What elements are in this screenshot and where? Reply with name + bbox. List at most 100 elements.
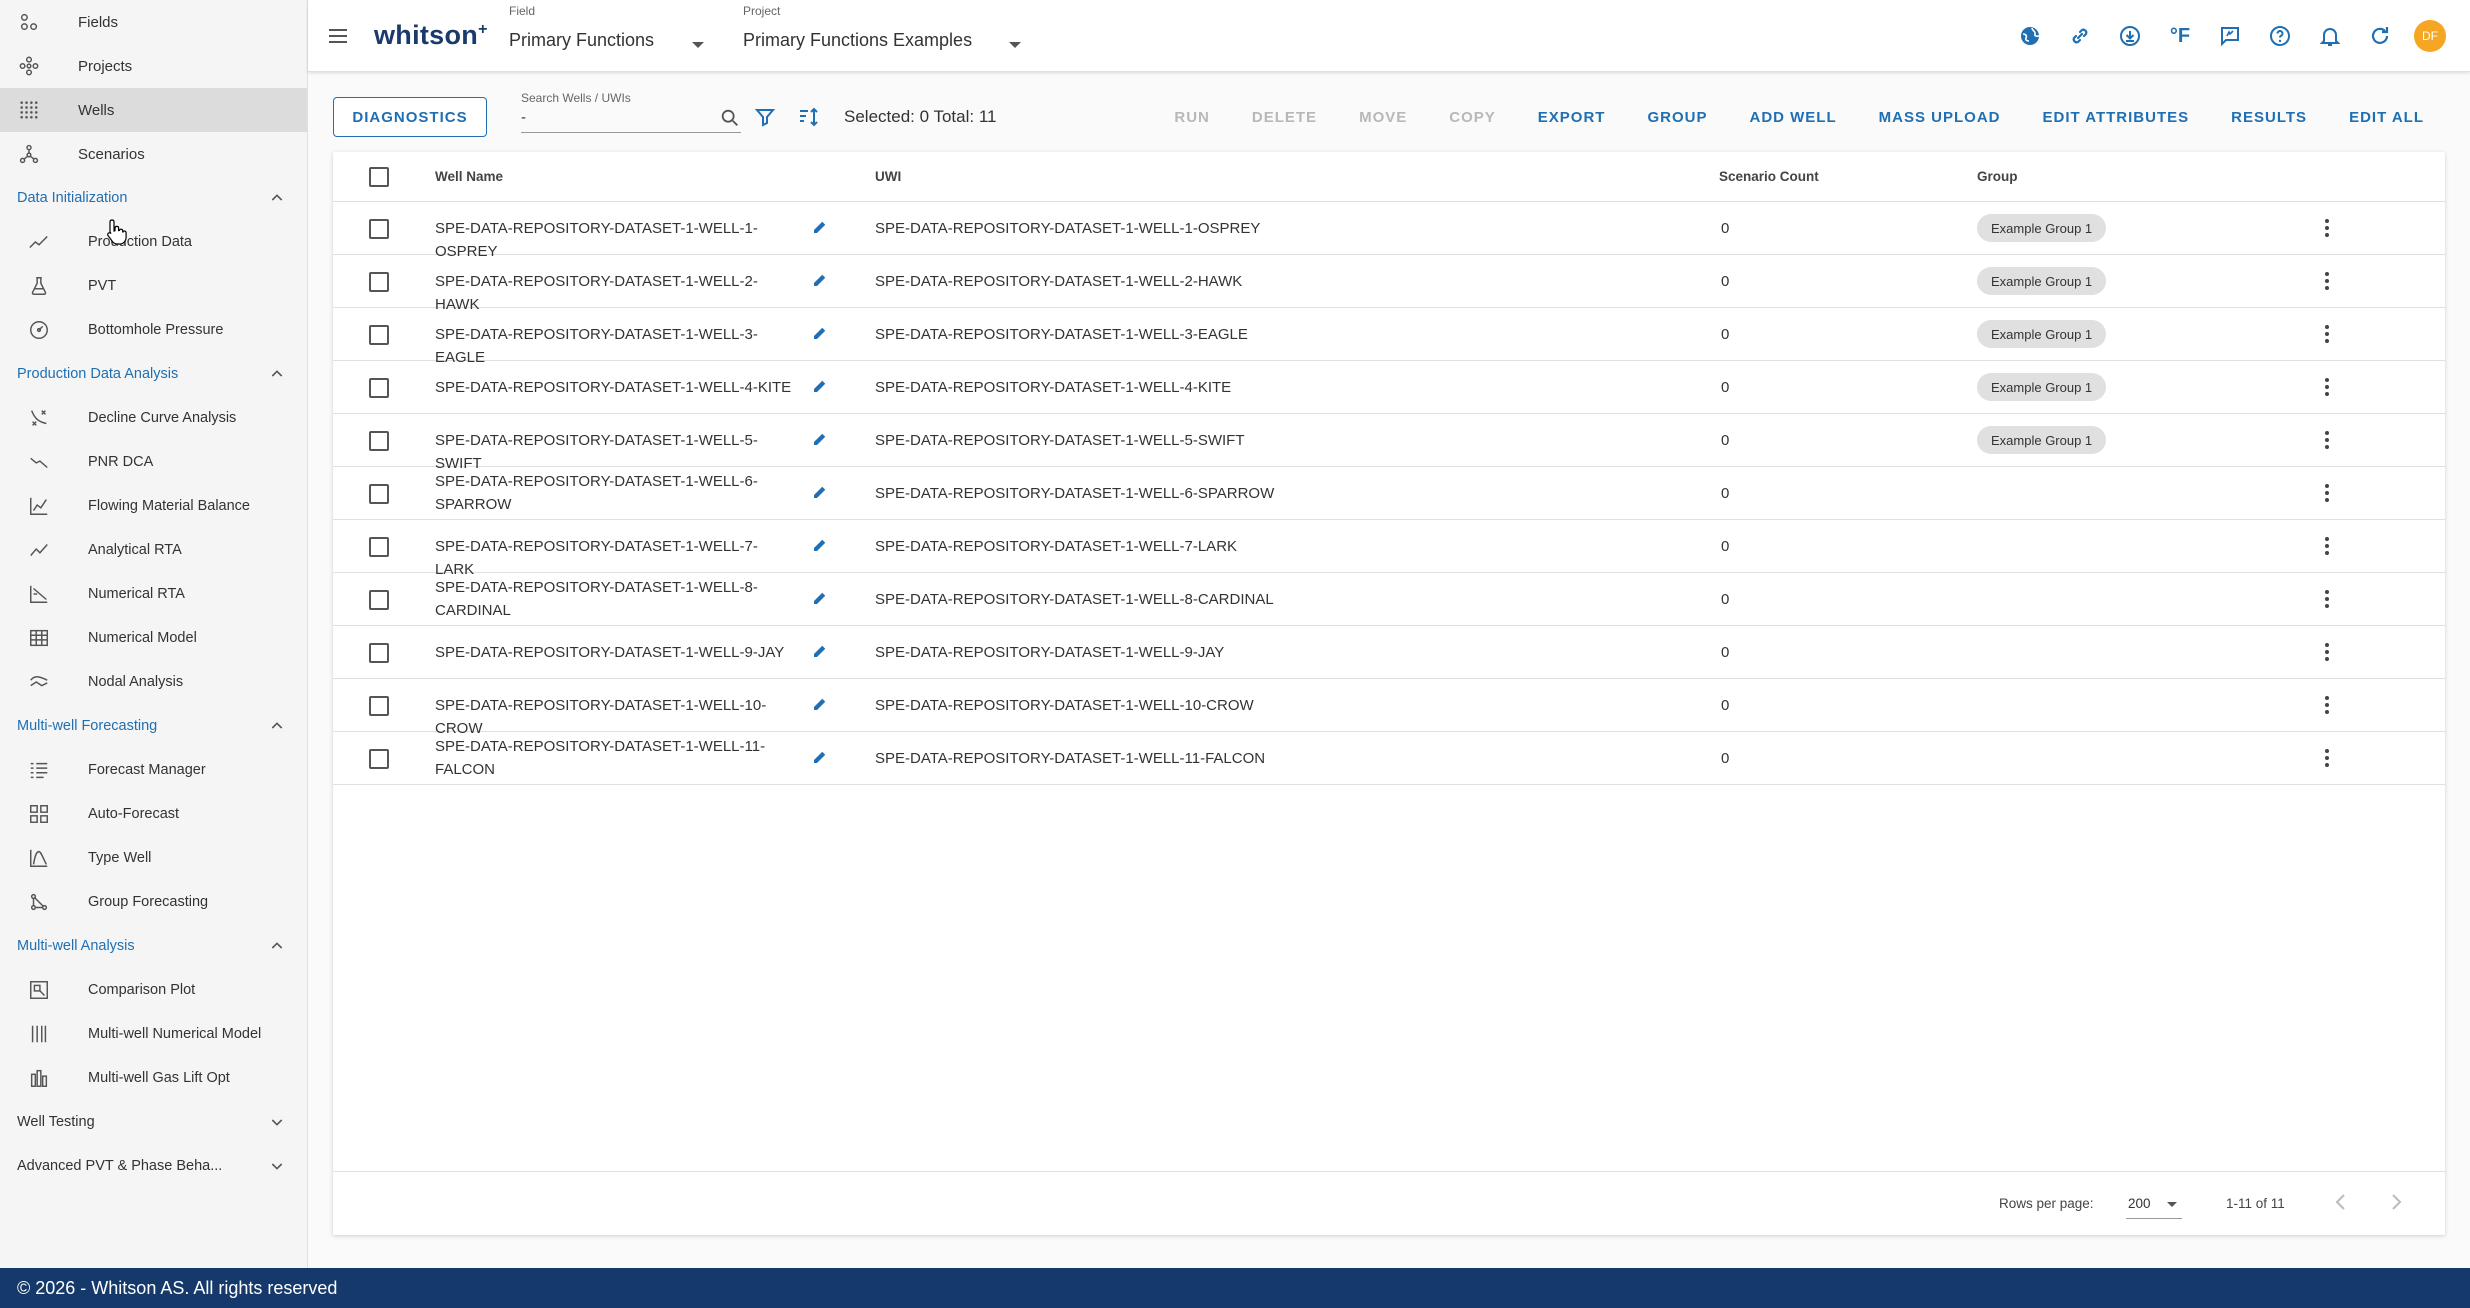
edit-attributes-button[interactable]: EDIT ATTRIBUTES <box>2021 109 2210 126</box>
sidebar-item-production-data[interactable]: Production Data <box>0 220 307 264</box>
row-checkbox[interactable] <box>369 696 389 716</box>
row-checkbox[interactable] <box>369 431 389 451</box>
column-header-scenario-count[interactable]: Scenario Count <box>1719 169 1819 184</box>
table-row[interactable]: SPE-DATA-REPOSITORY-DATASET-1-WELL-2-HAW… <box>333 255 2445 313</box>
table-row[interactable]: SPE-DATA-REPOSITORY-DATASET-1-WELL-10-CR… <box>333 679 2445 737</box>
link-icon[interactable] <box>2064 20 2096 52</box>
filter-icon[interactable] <box>753 105 777 129</box>
edit-icon[interactable] <box>811 377 829 395</box>
delete-button[interactable]: DELETE <box>1231 109 1338 126</box>
move-button[interactable]: MOVE <box>1338 109 1428 126</box>
chevron-up-icon[interactable] <box>269 938 285 954</box>
sidebar-section-well-testing[interactable]: Well Testing <box>0 1100 307 1144</box>
column-header-well-name[interactable]: Well Name <box>435 169 503 184</box>
avatar[interactable]: DF <box>2414 20 2446 52</box>
well-name-cell[interactable]: SPE-DATA-REPOSITORY-DATASET-1-WELL-4-KIT… <box>435 376 795 399</box>
globe-icon[interactable] <box>2014 20 2046 52</box>
table-row[interactable]: SPE-DATA-REPOSITORY-DATASET-1-WELL-6- SPA… <box>333 467 2445 520</box>
table-row[interactable]: SPE-DATA-REPOSITORY-DATASET-1-WELL-9-JAY… <box>333 626 2445 679</box>
edit-icon[interactable] <box>811 218 829 236</box>
more-options-icon[interactable] <box>2315 269 2339 293</box>
temperature-unit-icon[interactable]: °F <box>2164 20 2196 52</box>
copy-button[interactable]: COPY <box>1428 109 1517 126</box>
sidebar-item-group-forecasting[interactable]: Group Forecasting <box>0 880 307 924</box>
well-name-cell[interactable]: SPE-DATA-REPOSITORY-DATASET-1-WELL-8- CAR… <box>435 576 795 622</box>
field-select[interactable]: Field Primary Functions <box>509 4 704 51</box>
search-field[interactable]: Search Wells / UWIs <box>521 91 741 133</box>
group-chip[interactable]: Example Group 1 <box>1977 320 2107 348</box>
sidebar-item-multi-well-numerical-model[interactable]: Multi-well Numerical Model <box>0 1012 307 1056</box>
sidebar-item-fields[interactable]: Fields <box>0 0 307 44</box>
row-checkbox[interactable] <box>369 749 389 769</box>
table-row[interactable]: SPE-DATA-REPOSITORY-DATASET-1-WELL-1-OSP… <box>333 202 2445 260</box>
chevron-up-icon[interactable] <box>269 718 285 734</box>
group-chip[interactable]: Example Group 1 <box>1977 214 2107 242</box>
search-icon[interactable] <box>719 107 741 129</box>
diagnostics-button[interactable]: DIAGNOSTICS <box>333 97 487 137</box>
search-input[interactable] <box>521 109 711 126</box>
add-well-button[interactable]: ADD WELL <box>1728 109 1857 126</box>
app-logo[interactable]: whitson+ <box>374 20 488 51</box>
sidebar-section-multi-well-analysis[interactable]: Multi-well Analysis <box>0 924 307 968</box>
sidebar-item-pvt[interactable]: PVT <box>0 264 307 308</box>
row-checkbox[interactable] <box>369 537 389 557</box>
edit-icon[interactable] <box>811 483 829 501</box>
sort-icon[interactable] <box>797 105 821 129</box>
edit-icon[interactable] <box>811 430 829 448</box>
group-button[interactable]: GROUP <box>1626 109 1728 126</box>
edit-icon[interactable] <box>811 748 829 766</box>
more-options-icon[interactable] <box>2315 322 2339 346</box>
help-icon[interactable] <box>2264 20 2296 52</box>
sidebar-item-scenarios[interactable]: Scenarios <box>0 132 307 176</box>
sidebar-section-production-data-analysis[interactable]: Production Data Analysis <box>0 352 307 396</box>
sidebar-item-type-well[interactable]: Type Well <box>0 836 307 880</box>
sidebar-item-flowing-material-balance[interactable]: Flowing Material Balance <box>0 484 307 528</box>
more-options-icon[interactable] <box>2315 693 2339 717</box>
table-row[interactable]: SPE-DATA-REPOSITORY-DATASET-1-WELL-5-SWI… <box>333 414 2445 472</box>
sidebar-item-multi-well-gas-lift-opt[interactable]: Multi-well Gas Lift Opt <box>0 1056 307 1100</box>
more-options-icon[interactable] <box>2315 481 2339 505</box>
feedback-icon[interactable] <box>2214 20 2246 52</box>
more-options-icon[interactable] <box>2315 587 2339 611</box>
rows-per-page-caret-icon[interactable] <box>2167 1202 2177 1207</box>
rows-per-page-select[interactable]: 200 <box>2128 1196 2151 1211</box>
edit-icon[interactable] <box>811 642 829 660</box>
group-chip[interactable]: Example Group 1 <box>1977 373 2107 401</box>
sidebar-item-bottomhole-pressure[interactable]: Bottomhole Pressure <box>0 308 307 352</box>
edit-icon[interactable] <box>811 589 829 607</box>
more-options-icon[interactable] <box>2315 746 2339 770</box>
table-row[interactable]: SPE-DATA-REPOSITORY-DATASET-1-WELL-11- FA… <box>333 732 2445 785</box>
edit-icon[interactable] <box>811 324 829 342</box>
row-checkbox[interactable] <box>369 272 389 292</box>
previous-page-icon[interactable] <box>2329 1190 2353 1214</box>
sidebar-item-projects[interactable]: Projects <box>0 44 307 88</box>
table-row[interactable]: SPE-DATA-REPOSITORY-DATASET-1-WELL-4-KIT… <box>333 361 2445 414</box>
table-row[interactable]: SPE-DATA-REPOSITORY-DATASET-1-WELL-3-EAG… <box>333 308 2445 366</box>
edit-icon[interactable] <box>811 271 829 289</box>
table-row[interactable]: SPE-DATA-REPOSITORY-DATASET-1-WELL-7-LAR… <box>333 520 2445 578</box>
refresh-icon[interactable] <box>2364 20 2396 52</box>
select-all-checkbox[interactable] <box>369 167 389 187</box>
sidebar-item-numerical-model[interactable]: Numerical Model <box>0 616 307 660</box>
chevron-up-icon[interactable] <box>269 366 285 382</box>
sidebar-section-data-initialization[interactable]: Data Initialization <box>0 176 307 220</box>
more-options-icon[interactable] <box>2315 428 2339 452</box>
row-checkbox[interactable] <box>369 643 389 663</box>
column-header-group[interactable]: Group <box>1977 169 2018 184</box>
sidebar-item-nodal-analysis[interactable]: Nodal Analysis <box>0 660 307 704</box>
run-button[interactable]: RUN <box>1153 109 1231 126</box>
chevron-up-icon[interactable] <box>269 190 285 206</box>
mass-upload-button[interactable]: MASS UPLOAD <box>1858 109 2022 126</box>
row-checkbox[interactable] <box>369 219 389 239</box>
sidebar-item-auto-forecast[interactable]: Auto-Forecast <box>0 792 307 836</box>
sidebar-section-multi-well-forecasting[interactable]: Multi-well Forecasting <box>0 704 307 748</box>
notifications-icon[interactable] <box>2314 20 2346 52</box>
edit-icon[interactable] <box>811 695 829 713</box>
edit-all-button[interactable]: EDIT ALL <box>2328 109 2445 126</box>
row-checkbox[interactable] <box>369 590 389 610</box>
more-options-icon[interactable] <box>2315 375 2339 399</box>
export-button[interactable]: EXPORT <box>1517 109 1627 126</box>
menu-icon[interactable] <box>326 24 350 48</box>
more-options-icon[interactable] <box>2315 216 2339 240</box>
sidebar-section-advanced-pvt-phase-beha[interactable]: Advanced PVT & Phase Beha... <box>0 1144 307 1188</box>
